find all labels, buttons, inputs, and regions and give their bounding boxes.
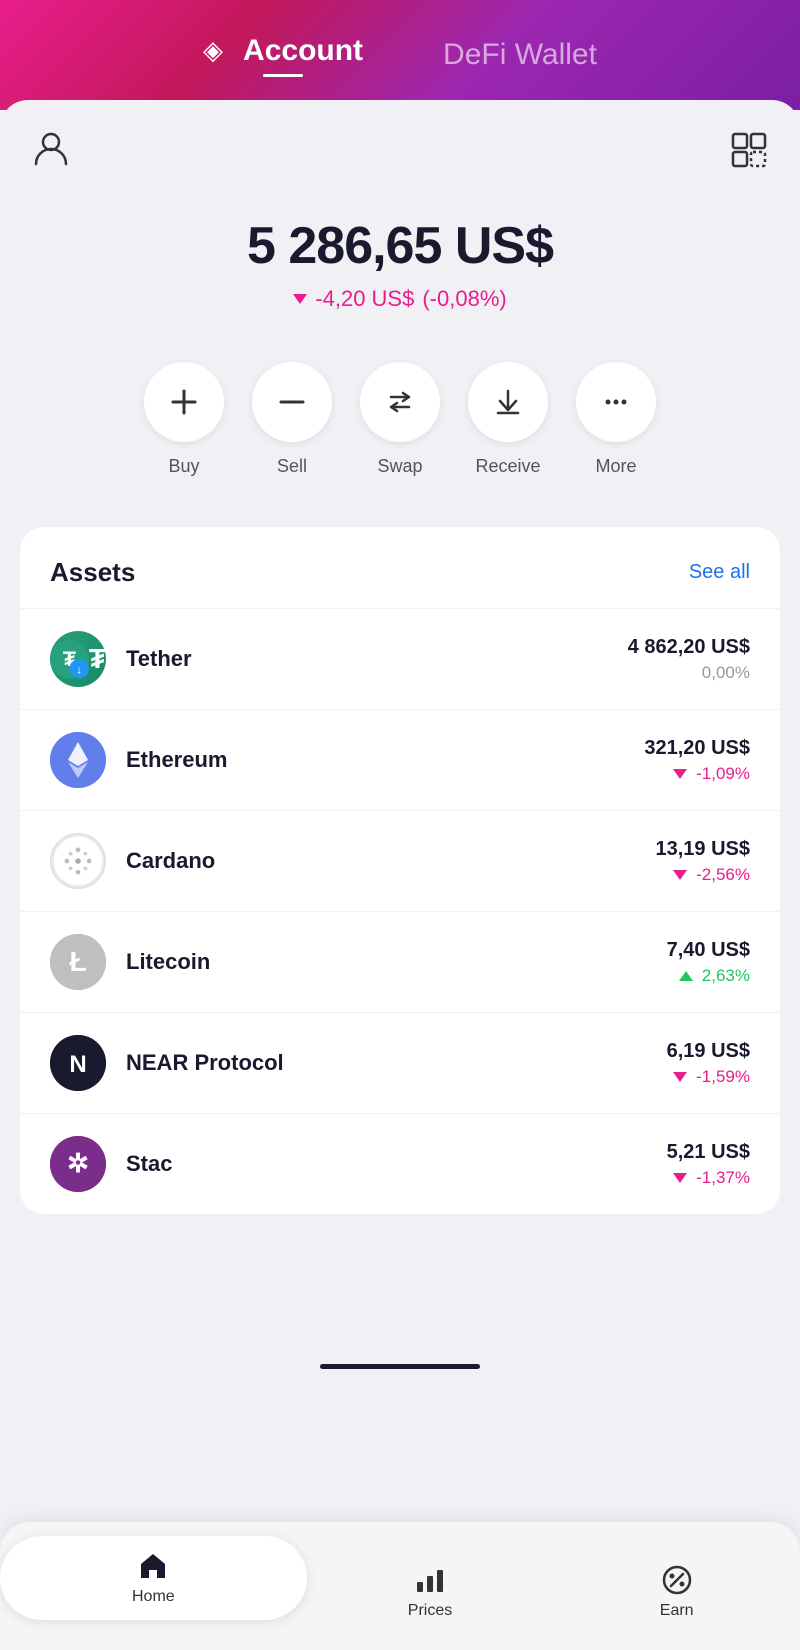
balance-amount: 5 286,65 US$ xyxy=(247,216,553,276)
asset-values-ethereum: 321,20 US$ -1,09% xyxy=(644,737,750,784)
asset-values-stacks: 5,21 US$ -1,37% xyxy=(667,1141,750,1188)
tether-change: 0,00% xyxy=(702,663,750,683)
eth-change: -1,09% xyxy=(673,764,750,784)
stx-change: -1,37% xyxy=(673,1168,750,1188)
stx-amount: 5,21 US$ xyxy=(667,1141,750,1164)
asset-values-litecoin: 7,40 US$ 2,63% xyxy=(667,939,750,986)
stx-arrow-icon xyxy=(673,1173,687,1183)
buy-icon-circle xyxy=(144,362,224,442)
more-icon-circle xyxy=(576,362,656,442)
svg-text:✲: ✲ xyxy=(67,1148,89,1178)
stacks-icon: ✲ xyxy=(50,1136,106,1192)
defi-tab-label: DeFi Wallet xyxy=(443,38,597,72)
litecoin-icon: Ł xyxy=(50,934,106,990)
asset-name-stacks: Stac xyxy=(126,1151,667,1177)
change-percent: (-0,08%) xyxy=(422,286,506,312)
header: ◈ Account DeFi Wallet xyxy=(0,0,800,110)
tether-icon: ₮ ↓ xyxy=(50,631,106,687)
receive-label: Receive xyxy=(475,456,540,477)
svg-text:↓: ↓ xyxy=(76,664,82,677)
profile-icon[interactable] xyxy=(32,128,70,176)
asset-name-ethereum: Ethereum xyxy=(126,747,644,773)
balance-section: 5 286,65 US$ -4,20 US$ (-0,08%) xyxy=(0,186,800,352)
asset-values-tether: 4 862,20 US$ 0,00% xyxy=(628,636,750,683)
asset-values-near: 6,19 US$ -1,59% xyxy=(667,1040,750,1087)
logo-icon: ◈ xyxy=(203,35,223,66)
buy-label: Buy xyxy=(168,456,199,477)
tab-defi-wallet[interactable]: DeFi Wallet xyxy=(403,38,637,72)
nav-home-label: Home xyxy=(132,1588,175,1606)
near-icon: Ν xyxy=(50,1035,106,1091)
more-label: More xyxy=(595,456,636,477)
list-item[interactable]: Ł Litecoin 7,40 US$ 2,63% xyxy=(20,911,780,1012)
cardano-icon xyxy=(50,833,106,889)
near-change: -1,59% xyxy=(673,1067,750,1087)
assets-section: Assets See all ₮ ↓ Tether 4 862,20 US$ 0… xyxy=(20,527,780,1214)
nav-prices-label: Prices xyxy=(408,1602,452,1620)
ethereum-icon xyxy=(50,732,106,788)
swap-icon-circle xyxy=(360,362,440,442)
swap-button[interactable]: Swap xyxy=(360,362,440,477)
more-button[interactable]: More xyxy=(576,362,656,477)
nav-earn-label: Earn xyxy=(660,1602,694,1620)
ltc-arrow-icon xyxy=(679,971,693,981)
list-item[interactable]: Ethereum 321,20 US$ -1,09% xyxy=(20,709,780,810)
change-arrow-icon xyxy=(293,294,307,304)
sell-label: Sell xyxy=(277,456,307,477)
action-buttons: Buy Sell Swap xyxy=(0,352,800,527)
home-indicator xyxy=(320,1364,480,1369)
svg-text:Ν: Ν xyxy=(69,1051,86,1078)
ada-amount: 13,19 US$ xyxy=(655,838,750,861)
list-item[interactable]: ₮ ↓ Tether 4 862,20 US$ 0,00% xyxy=(20,608,780,709)
asset-name-litecoin: Litecoin xyxy=(126,949,667,975)
receive-icon-circle xyxy=(468,362,548,442)
nav-item-earn[interactable]: Earn xyxy=(553,1564,800,1620)
earn-icon xyxy=(661,1564,693,1596)
balance-change: -4,20 US$ (-0,08%) xyxy=(293,286,506,312)
nav-item-prices[interactable]: Prices xyxy=(307,1564,554,1620)
tab-account[interactable]: ◈ Account xyxy=(163,34,403,77)
asset-values-cardano: 13,19 US$ -2,56% xyxy=(655,838,750,885)
svg-text:Ł: Ł xyxy=(69,946,86,977)
near-arrow-icon xyxy=(673,1072,687,1082)
nav-item-home[interactable]: Home xyxy=(0,1536,307,1620)
ada-change: -2,56% xyxy=(673,865,750,885)
ltc-change: 2,63% xyxy=(679,966,750,986)
top-bar xyxy=(0,100,800,186)
asset-name-near: NEAR Protocol xyxy=(126,1050,667,1076)
eth-amount: 321,20 US$ xyxy=(644,737,750,760)
ltc-amount: 7,40 US$ xyxy=(667,939,750,962)
near-amount: 6,19 US$ xyxy=(667,1040,750,1063)
see-all-button[interactable]: See all xyxy=(689,561,750,584)
ada-arrow-icon xyxy=(673,870,687,880)
scan-icon[interactable] xyxy=(730,131,768,174)
list-item[interactable]: Cardano 13,19 US$ -2,56% xyxy=(20,810,780,911)
receive-button[interactable]: Receive xyxy=(468,362,548,477)
sell-icon-circle xyxy=(252,362,332,442)
list-item[interactable]: Ν NEAR Protocol 6,19 US$ -1,59% xyxy=(20,1012,780,1113)
assets-title: Assets xyxy=(50,557,135,588)
home-icon xyxy=(137,1550,169,1582)
swap-label: Swap xyxy=(377,456,422,477)
asset-name-cardano: Cardano xyxy=(126,848,655,874)
tab-underline xyxy=(263,74,303,77)
assets-header: Assets See all xyxy=(20,527,780,608)
eth-arrow-icon xyxy=(673,769,687,779)
account-tab-label: Account xyxy=(243,34,363,68)
change-value: -4,20 US$ xyxy=(315,286,414,312)
asset-name-tether: Tether xyxy=(126,646,628,672)
bottom-nav: Home Prices Earn xyxy=(0,1522,800,1650)
tether-amount: 4 862,20 US$ xyxy=(628,636,750,659)
list-item[interactable]: ✲ Stac 5,21 US$ -1,37% xyxy=(20,1113,780,1214)
prices-icon xyxy=(414,1564,446,1596)
sell-button[interactable]: Sell xyxy=(252,362,332,477)
main-content: 5 286,65 US$ -4,20 US$ (-0,08%) Buy S xyxy=(0,100,800,1354)
buy-button[interactable]: Buy xyxy=(144,362,224,477)
